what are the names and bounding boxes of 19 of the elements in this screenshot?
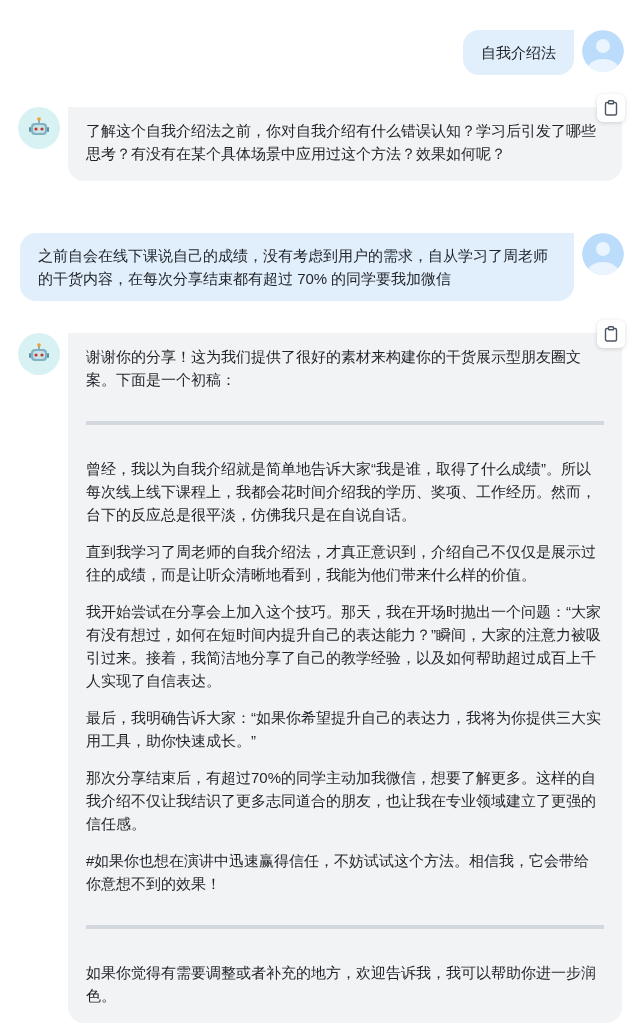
copy-button[interactable]	[597, 94, 625, 122]
message-paragraph: 了解这个自我介绍法之前，你对自我介绍有什么错误认知？学习后引发了哪些思考？有没有在某个具体场景中应用过这个方法？效果如何呢？	[86, 121, 597, 164]
message-paragraph: 谢谢你的分享！这为我们提供了很好的素材来构建你的干货展示型朋友圈文案。下面是一个初稿：	[86, 347, 582, 390]
copy-button[interactable]	[597, 320, 625, 348]
message-paragraph: 如果你觉得有需要调整或者补充的地方，欢迎告诉我，我可以帮助你进一步润色。	[86, 963, 597, 1006]
robot-avatar-icon	[18, 107, 60, 149]
message-paragraph: 那次分享结束后，有超过70%的同学主动加我微信，想要了解更多。这样的自我介绍不仅让我结识了更多志同道合的朋友，也让我在专业领域建立了更强的信任感。	[86, 768, 598, 834]
message-paragraph: 我开始尝试在分享会上加入这个技巧。那天，我在开场时抛出一个问题：“大家有没有想过，如何在短时间内提升自己的表达能力？”瞬间，大家的注意力被吸引过来。接着，我简洁地分享了自己的教学经验，以及如何帮助超过成百上千人实现了自信表达。	[86, 602, 602, 691]
clipboard-icon	[604, 326, 618, 342]
message-paragraph: 最后，我明确告诉大家：“如果你希望提升自己的表达力，我将为你提供三大实用工具，助你快速成长。”	[86, 708, 602, 751]
user-message: 之前自会在线下课说自己的成绩，没有考虑到用户的需求，自从学习了周老师的干货内容，在每次分享结束都有超过 70% 的同学要我加微信	[20, 233, 574, 301]
user-message: 自我介绍法	[463, 30, 574, 75]
user-avatar-icon	[582, 233, 624, 275]
user-avatar-icon	[582, 30, 624, 72]
message-paragraph: 曾经，我以为自我介绍就是简单地告诉大家“我是谁，取得了什么成绩”。所以每次线上线下课程上，我都会花时间介绍我的学历、奖项、工作经历。然而，台下的反应总是很平淡，仿佛我只是在自说自话。	[86, 459, 597, 525]
robot-avatar-icon	[18, 333, 60, 375]
message-paragraph: 直到我学习了周老师的自我介绍法，才真正意识到，介绍自己不仅仅是展示过往的成绩，而是让听众清晰地看到，我能为他们带来什么样的价值。	[86, 542, 597, 585]
clipboard-icon	[604, 100, 618, 116]
message-paragraph: #如果你也想在演讲中迅速赢得信任，不妨试试这个方法。相信我，它会带给你意想不到的效果！	[86, 851, 591, 894]
